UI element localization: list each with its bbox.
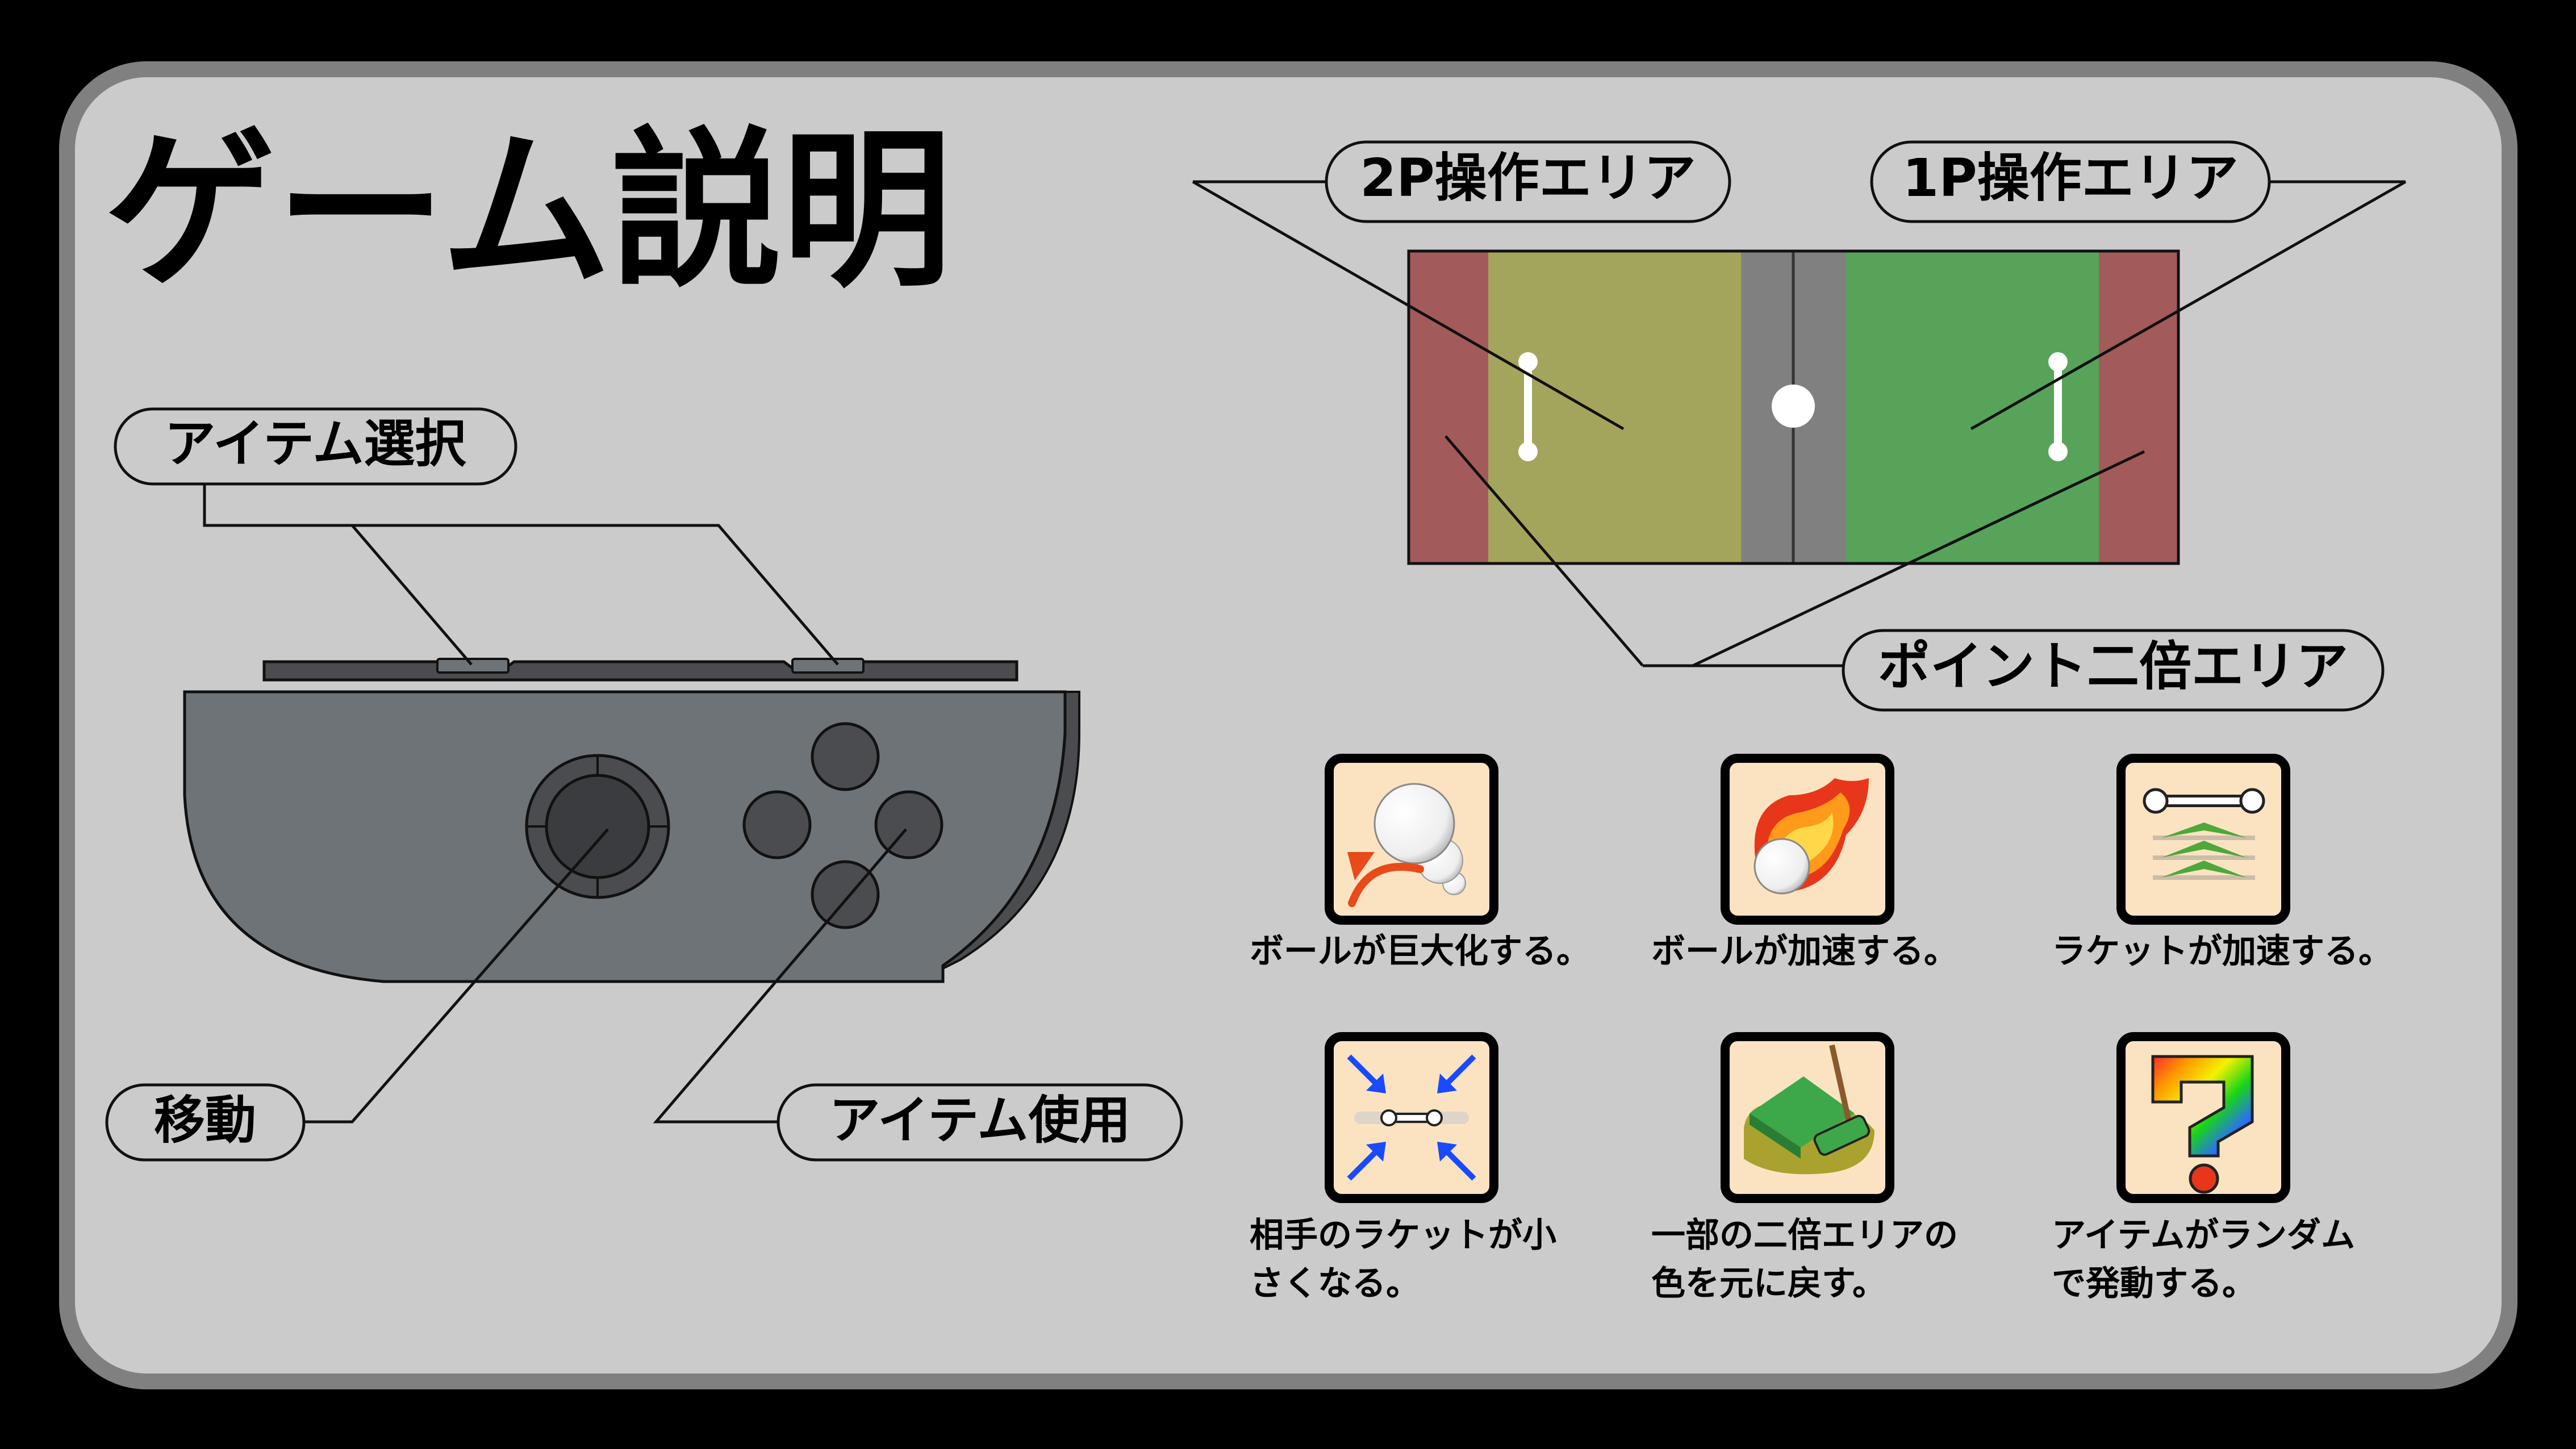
item-racket-shrink-desc-line2: さくなる。	[1250, 1264, 1420, 1304]
double-point-zone-right	[2099, 251, 2178, 563]
game-instruction-screen: ゲーム説明 2P操作エリア 1P操作エリア ポイント二倍エリア アイテム選択 移…	[59, 61, 2517, 1389]
face-button-top[interactable]	[811, 722, 880, 791]
double-point-zone-left	[1409, 251, 1488, 563]
label-2p-area-text: 2P操作エリア	[1360, 148, 1696, 208]
label-item-use: アイテム使用	[776, 1083, 1183, 1162]
item-ball-grow-desc: ボールが巨大化する。	[1250, 932, 1590, 971]
face-button-left[interactable]	[742, 790, 812, 859]
label-double-point-area: ポイント二倍エリア	[1842, 629, 2385, 712]
item-random-desc-line2: で発動する。	[2052, 1264, 2256, 1304]
item-random-desc-line1: アイテムがランダム	[2052, 1216, 2355, 1255]
label-item-use-text: アイテム使用	[829, 1091, 1131, 1150]
control-stick[interactable]	[525, 754, 670, 899]
page-title: ゲーム説明	[105, 112, 952, 310]
face-button-right[interactable]	[874, 790, 943, 859]
item-paint-roller-desc-line2: 色を元に戻す。	[1651, 1264, 1886, 1304]
play-field	[1407, 249, 2180, 565]
label-1p-area-text: 1P操作エリア	[1902, 148, 2238, 208]
item-fire-ball-desc: ボールが加速する。	[1651, 932, 1958, 971]
label-double-point-area-text: ポイント二倍エリア	[1878, 636, 2348, 697]
label-2p-area: 2P操作エリア	[1325, 140, 1731, 223]
label-item-select-text: アイテム選択	[165, 414, 467, 474]
joycon-controller	[183, 658, 1080, 983]
label-item-select: アイテム選択	[114, 407, 517, 486]
label-move-text: 移動	[154, 1091, 256, 1150]
label-move: 移動	[105, 1083, 306, 1162]
item-racket-shrink-desc-line1: 相手のラケットが小	[1250, 1216, 1556, 1255]
controller-rail	[262, 660, 1018, 682]
item-racket-speed-desc: ラケットが加速する。	[2052, 932, 2393, 971]
item-paint-roller-desc-line1: 一部の二倍エリアの	[1651, 1216, 1958, 1255]
shoulder-button-left[interactable]	[436, 658, 510, 674]
shoulder-button-right[interactable]	[791, 658, 865, 674]
label-1p-area: 1P操作エリア	[1870, 140, 2271, 223]
ball	[1772, 385, 1815, 428]
